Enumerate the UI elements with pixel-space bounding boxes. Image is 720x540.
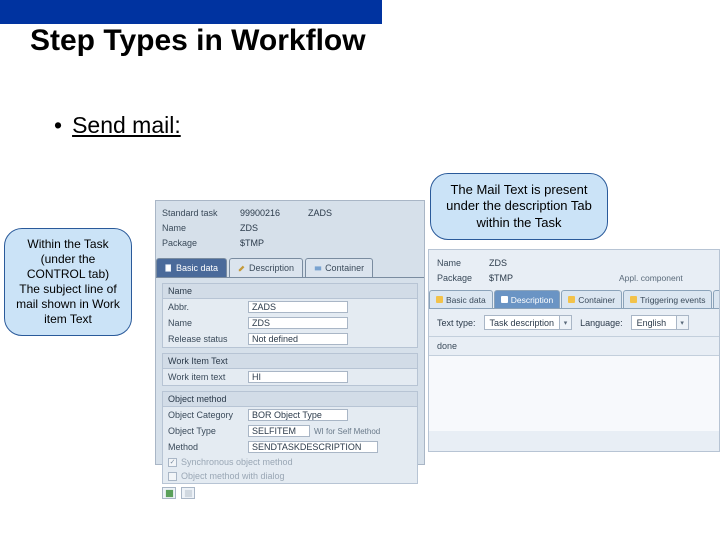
callout-left: Within the Task (under the CONTROL tab) … (4, 228, 132, 336)
dialog-checkbox[interactable] (168, 472, 177, 481)
sap-panel-description: Name ZDS Package $TMP Appl. component Ba… (428, 249, 720, 452)
task-name-value: ZDS (240, 223, 258, 233)
sync-checkbox[interactable]: ✓ (168, 458, 177, 467)
document-icon (165, 264, 173, 272)
release-label: Release status (168, 334, 248, 344)
group-object-method: Object method Object Category Object Typ… (162, 391, 418, 484)
std-task-number: 99900216 (240, 208, 308, 218)
chevron-down-icon: ▾ (676, 316, 688, 329)
tab2-terminating[interactable]: Terminat (713, 290, 719, 308)
page-title: Step Types in Workflow (30, 24, 366, 58)
container-icon (314, 264, 322, 272)
method-field[interactable] (248, 441, 378, 453)
mail-text-body[interactable]: done (429, 337, 719, 355)
wit-field[interactable] (248, 371, 348, 383)
group-name-title: Name (163, 284, 417, 299)
group-name: Name Abbr. Name Release status (162, 283, 418, 348)
name-field[interactable] (248, 317, 348, 329)
tab2-basic-label: Basic data (446, 295, 486, 305)
group-wit-title: Work Item Text (163, 354, 417, 369)
tab2-description[interactable]: Description (494, 290, 561, 308)
bullet-text: Send mail: (72, 112, 181, 138)
package-value-2: $TMP (489, 273, 619, 283)
tab2-triggering[interactable]: Triggering events (623, 290, 712, 308)
name-label-2: Name (437, 258, 489, 268)
std-task-code: ZADS (308, 208, 332, 218)
dialog-label: Object method with dialog (181, 471, 285, 481)
group-work-item-text: Work Item Text Work item text (162, 353, 418, 386)
tab-basic-data[interactable]: Basic data (156, 258, 227, 277)
tab2-cont-label: Container (578, 295, 615, 305)
action-icon-2[interactable] (181, 487, 195, 499)
method-label: Method (168, 442, 248, 452)
abbr-field[interactable] (248, 301, 348, 313)
footer-toolbar (156, 484, 424, 502)
obj-type-label: Object Type (168, 426, 248, 436)
pencil-icon (238, 264, 246, 272)
sync-method-row: ✓ Synchronous object method (163, 455, 417, 469)
group-obj-title: Object method (163, 392, 417, 407)
obj-cat-field[interactable] (248, 409, 348, 421)
selector-row: Text type: Task description ▾ Language: … (429, 309, 719, 336)
pencil-icon (501, 296, 508, 303)
tab-container[interactable]: Container (305, 258, 373, 277)
package-label: Package (162, 238, 240, 248)
slide-top-bar (0, 0, 382, 24)
desc-header: Name ZDS Package $TMP Appl. component (429, 250, 719, 290)
tab2-basic-data[interactable]: Basic data (429, 290, 493, 308)
package-value: $TMP (240, 238, 264, 248)
basic-icon (436, 296, 443, 303)
text-type-value: Task description (485, 318, 560, 328)
container-icon (568, 296, 575, 303)
abbr-label: Abbr. (168, 302, 248, 312)
language-label: Language: (580, 318, 623, 328)
obj-cat-label: Object Category (168, 410, 248, 420)
wit-label: Work item text (168, 372, 248, 382)
text-type-select[interactable]: Task description ▾ (484, 315, 573, 330)
tab-desc-label: Description (249, 263, 294, 273)
desc-tab-bar: Basic data Description Container Trigger… (429, 290, 719, 309)
bullet-send-mail: • Send mail: (54, 112, 181, 139)
tab2-container[interactable]: Container (561, 290, 622, 308)
dialog-method-row: Object method with dialog (163, 469, 417, 483)
task-tab-bar: Basic data Description Container (156, 258, 424, 278)
action-icon-1[interactable] (162, 487, 176, 499)
appl-comp-label: Appl. component (619, 273, 683, 283)
obj-type-field[interactable] (248, 425, 310, 437)
language-value: English (632, 318, 676, 328)
task-header: Standard task 99900216 ZADS Name ZDS Pac… (156, 201, 424, 254)
tab2-desc-label: Description (511, 295, 554, 305)
text-type-label: Text type: (437, 318, 476, 328)
chevron-down-icon: ▾ (559, 316, 571, 329)
sync-label: Synchronous object method (181, 457, 293, 467)
name-value-2: ZDS (489, 258, 507, 268)
tab-container-label: Container (325, 263, 364, 273)
callout-right: The Mail Text is present under the descr… (430, 173, 608, 240)
tab-basic-label: Basic data (176, 263, 218, 273)
sap-panel-task: Standard task 99900216 ZADS Name ZDS Pac… (155, 200, 425, 465)
name-label: Name (168, 318, 248, 328)
release-field[interactable] (248, 333, 348, 345)
mail-text-empty-area[interactable] (429, 355, 719, 431)
tab-description[interactable]: Description (229, 258, 303, 277)
std-task-label: Standard task (162, 208, 240, 218)
tab2-trig-label: Triggering events (640, 295, 705, 305)
task-name-label: Name (162, 223, 240, 233)
language-select[interactable]: English ▾ (631, 315, 689, 330)
trigger-icon (630, 296, 637, 303)
obj-type-note: WI for Self Method (314, 427, 380, 436)
bullet-dot: • (54, 112, 62, 138)
package-label-2: Package (437, 273, 489, 283)
